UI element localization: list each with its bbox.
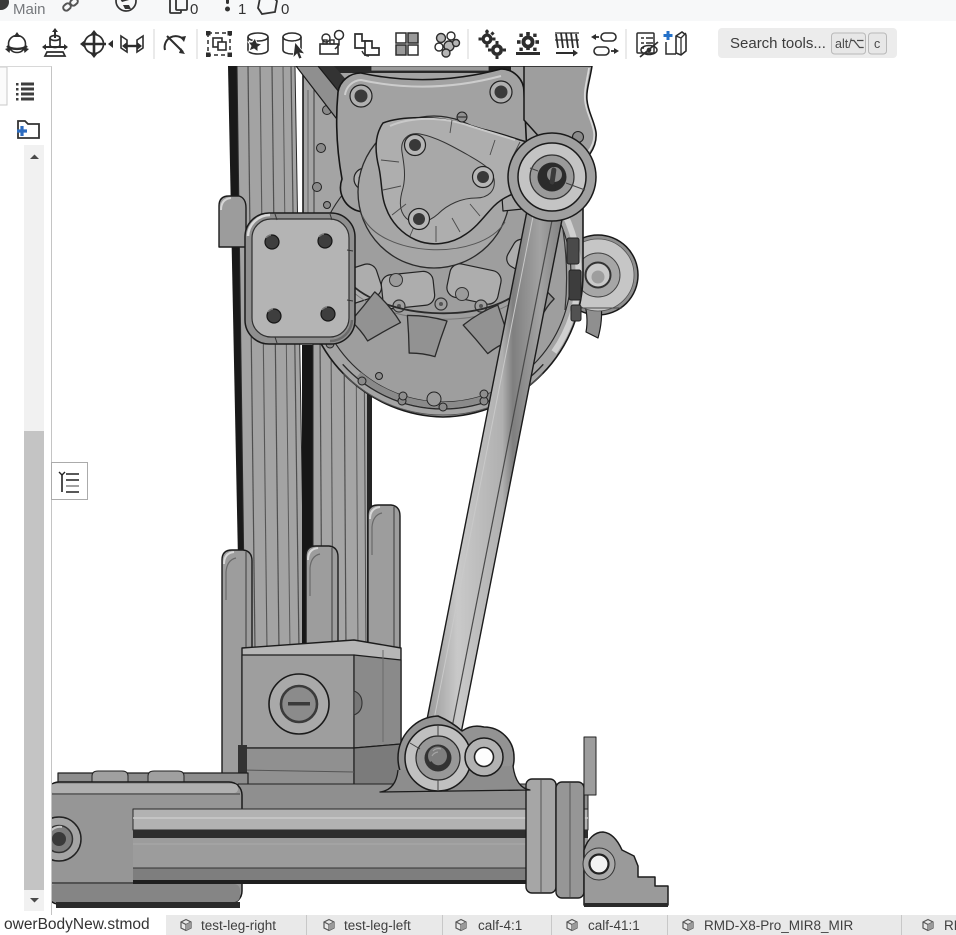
- svg-text:Main: Main: [13, 1, 46, 18]
- svg-text:c: c: [874, 37, 880, 51]
- svg-text:alt/: alt/: [835, 37, 852, 51]
- svg-text:0: 0: [281, 1, 289, 18]
- svg-text:1: 1: [238, 1, 246, 18]
- svg-text:Search tools...: Search tools...: [730, 35, 826, 52]
- svg-text:0: 0: [190, 1, 198, 18]
